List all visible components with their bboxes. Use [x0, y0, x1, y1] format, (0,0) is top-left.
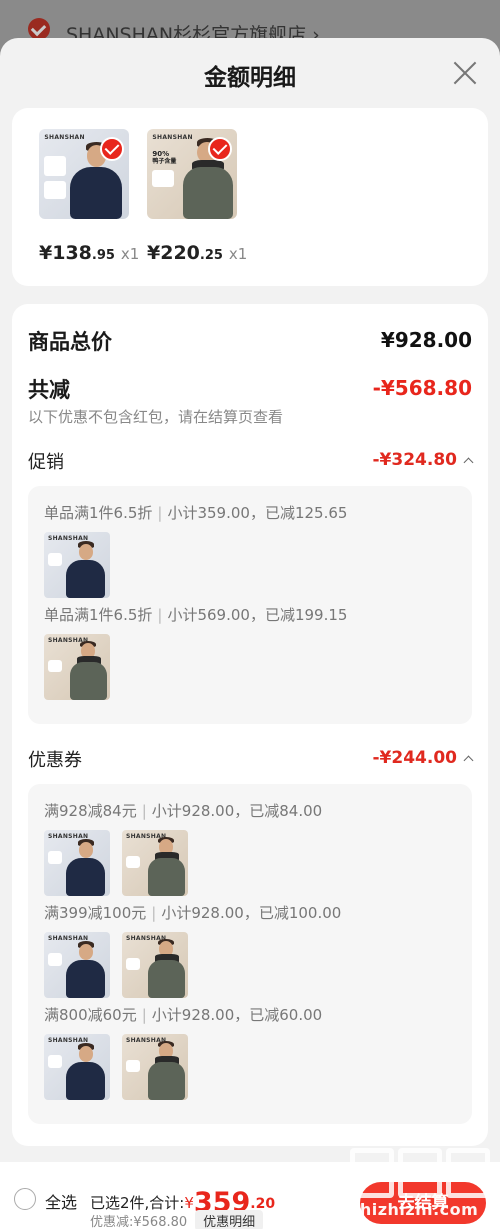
brand-logo: SHANSHAN — [44, 133, 85, 141]
amount-detail-sheet: 金额明细 SHANSHAN ¥138.95 x1 SHANSHAN 90% 鸭子含… — [0, 38, 500, 1229]
watermark-glyph — [446, 1148, 490, 1198]
promotion-line: 单品满1件6.5折 | 小计359.00，已减125.65 — [44, 504, 348, 522]
product-thumbnail-sweater[interactable]: SHANSHAN — [39, 129, 129, 219]
total-label: 商品总价 — [28, 330, 112, 354]
coupon-line: 满928减84元 | 小计928.00，已减84.00 — [44, 802, 323, 820]
brand-logo: SHANSHAN — [152, 133, 193, 141]
promo-product-thumb: SHANSHAN — [44, 532, 110, 598]
promotion-panel: 单品满1件6.5折 | 小计359.00，已减125.65 SHANSHAN 单品满… — [28, 486, 472, 724]
store-check-icon — [28, 18, 50, 40]
product-thumbnail-jacket[interactable]: SHANSHAN 90% 鸭子含量 — [147, 129, 237, 219]
watermark-glyph — [398, 1148, 442, 1198]
chevron-up-icon — [463, 755, 474, 766]
price-summary-card: 商品总价 ¥928.00 共减 -¥568.80 以下优惠不包含红包，请在结算页… — [12, 304, 488, 1146]
coupon-line: 满800减60元 | 小计928.00，已减60.00 — [44, 1006, 323, 1024]
coupon-product-thumb: SHANSHAN — [122, 830, 188, 896]
promo-product-thumb: SHANSHAN — [44, 634, 110, 700]
watermark: zhizhizhi.com — [346, 1148, 496, 1226]
chevron-up-icon — [463, 457, 474, 468]
select-all-radio[interactable] — [14, 1188, 36, 1210]
coupon-product-thumb: SHANSHAN — [44, 932, 110, 998]
coupon-product-thumb: SHANSHAN — [122, 932, 188, 998]
selected-items-card: SHANSHAN ¥138.95 x1 SHANSHAN 90% 鸭子含量 ¥2… — [12, 108, 488, 286]
total-value: ¥928.00 — [380, 328, 472, 352]
discount-note: 以下优惠不包含红包，请在结算页查看 — [28, 408, 284, 426]
reduce-label: 共减 — [28, 378, 70, 402]
discount-summary: 优惠减:¥568.80 优惠明细 — [90, 1210, 264, 1229]
coupon-product-thumb: SHANSHAN — [44, 1034, 110, 1100]
selected-check-icon — [208, 137, 232, 161]
selected-check-icon — [100, 137, 124, 161]
promotion-toggle[interactable]: -¥324.80 — [373, 450, 474, 470]
discount-detail-button[interactable]: 优惠明细 — [195, 1210, 264, 1229]
promotion-line: 单品满1件6.5折 | 小计569.00，已减199.15 — [44, 606, 348, 624]
coupon-label: 优惠券 — [28, 750, 82, 771]
watermark-glyph — [350, 1148, 394, 1198]
coupon-line: 满399减100元 | 小计928.00，已减100.00 — [44, 904, 342, 922]
coupon-product-thumb: SHANSHAN — [44, 830, 110, 896]
item-price: ¥138.95 x1 — [39, 242, 140, 264]
coupon-panel: 满928减84元 | 小计928.00，已减84.00 SHANSHAN SHANS… — [28, 784, 472, 1124]
promotion-label: 促销 — [28, 452, 64, 473]
item-price: ¥220.25 x1 — [147, 242, 248, 264]
close-icon[interactable] — [452, 60, 478, 86]
watermark-text: zhizhizhi.com — [350, 1200, 479, 1219]
coupon-toggle[interactable]: -¥244.00 — [373, 748, 474, 768]
select-all-label[interactable]: 全选 — [45, 1189, 77, 1213]
sheet-title: 金额明细 — [204, 65, 296, 91]
reduce-value: -¥568.80 — [372, 376, 472, 400]
coupon-product-thumb: SHANSHAN — [122, 1034, 188, 1100]
